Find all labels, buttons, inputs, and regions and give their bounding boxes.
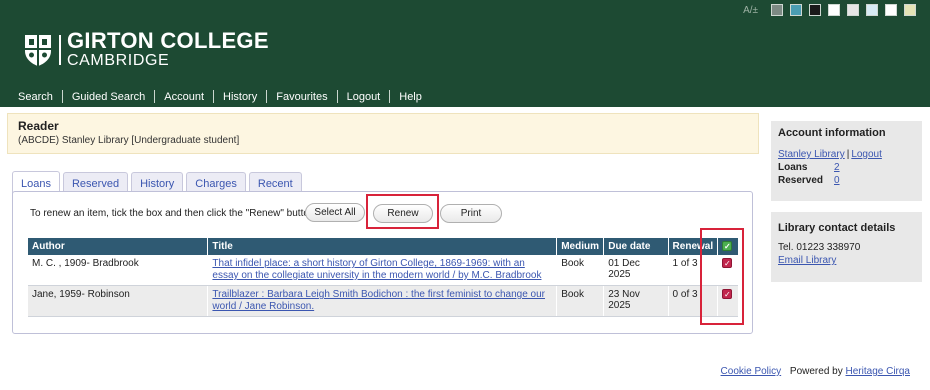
nav-account[interactable]: Account [164,91,204,103]
logo-subtitle: CAMBRIDGE [67,52,170,69]
logout-link[interactable]: Logout [851,149,882,160]
footer: Cookie Policy Powered by Heritage Cirqa [721,366,910,377]
title-link[interactable]: That infidel place: a short history of G… [212,258,541,281]
nav-guided-search[interactable]: Guided Search [72,91,145,103]
account-links: Stanley Library | Logout [778,149,915,160]
account-info-box: Account information Stanley Library | Lo… [771,121,922,201]
email-library-link[interactable]: Email Library [778,255,836,266]
reserved-label: Reserved [778,175,824,186]
table-header-row: Author Title Medium Due date Renewal ✓ [28,238,738,255]
nav-history[interactable]: History [223,91,257,103]
nav-divider [154,90,156,103]
cell-due-date: 23 Nov 2025 [603,285,669,317]
powered-by-text: Powered by [789,366,843,377]
cell-title: That infidel place: a short history of G… [207,255,557,286]
reader-details: (ABCDE) Stanley Library [Undergraduate s… [18,135,240,146]
contact-title: Library contact details [778,222,896,234]
table-row: M. C. , 1909- Bradbrook That infidel pla… [28,255,738,286]
reader-title: Reader [18,119,59,133]
cell-author: M. C. , 1909- Bradbrook [28,255,208,286]
nav-divider [61,90,63,103]
logo-wordmark: GIRTON COLLEGE CAMBRIDGE [67,30,269,69]
contact-box: Library contact details Tel. 01223 33897… [771,212,922,282]
col-due-date[interactable]: Due date [603,238,669,255]
site-header: A/± GIRTON COLLEGE CAMBRIDGE Search Guid… [0,0,930,107]
theme-swatch[interactable] [828,4,840,16]
table-row: Jane, 1959- Robinson Trailblazer : Barba… [28,285,738,317]
loans-count-link[interactable]: 2 [834,162,840,173]
theme-swatch[interactable] [885,4,897,16]
cell-due-date: 01 Dec 2025 [603,255,669,286]
cookie-policy-link[interactable]: Cookie Policy [721,366,782,377]
nav-divider [266,90,268,103]
loans-label: Loans [778,162,808,173]
checkbox-highlight [700,228,744,325]
nav-search[interactable]: Search [18,91,53,103]
nav-favourites[interactable]: Favourites [276,91,327,103]
print-button[interactable]: Print [440,204,502,223]
reserved-count-link[interactable]: 0 [834,175,840,186]
nav-divider [389,90,391,103]
loans-count-row: Loans 2 [778,162,915,173]
nav-help[interactable]: Help [399,91,422,103]
nav-logout[interactable]: Logout [347,91,381,103]
theme-swatch[interactable] [904,4,916,16]
renew-highlight [366,194,439,229]
accessibility-bar: A/± [743,4,916,16]
select-all-button[interactable]: Select All [305,203,365,222]
col-author[interactable]: Author [28,238,208,255]
cell-author: Jane, 1959- Robinson [28,285,208,317]
account-info-title: Account information [778,127,886,139]
nav-divider [213,90,214,103]
reserved-count-row: Reserved 0 [778,175,915,186]
cell-medium: Book [556,285,604,317]
cell-title: Trailblazer : Barbara Leigh Smith Bodich… [207,285,557,317]
email-row: Email Library [778,255,915,266]
theme-swatch[interactable] [790,4,802,16]
reader-panel: Reader (ABCDE) Stanley Library [Undergra… [7,113,759,154]
col-medium[interactable]: Medium [556,238,604,255]
logo-title: GIRTON COLLEGE [67,28,269,53]
logo-divider [59,34,61,65]
title-link[interactable]: Trailblazer : Barbara Leigh Smith Bodich… [212,289,545,312]
link-separator: | [846,149,850,160]
loans-table: Author Title Medium Due date Renewal ✓ M… [28,238,738,317]
theme-swatch[interactable] [847,4,859,16]
col-title[interactable]: Title [207,238,557,255]
theme-swatch[interactable] [809,4,821,16]
crest-icon [25,34,51,66]
nav-divider [336,90,338,103]
renew-instructions: To renew an item, tick the box and then … [30,208,315,219]
heritage-link[interactable]: Heritage Cirqa [846,366,910,377]
theme-swatch[interactable] [866,4,878,16]
text-size-toggle[interactable]: A/± [743,5,758,16]
contact-tel: Tel. 01223 338970 [778,242,861,253]
main-nav: Search Guided Search Account History Fav… [18,90,422,103]
college-logo[interactable]: GIRTON COLLEGE CAMBRIDGE [23,30,269,69]
theme-swatch[interactable] [771,4,783,16]
library-link[interactable]: Stanley Library [778,149,845,160]
cell-medium: Book [556,255,604,286]
